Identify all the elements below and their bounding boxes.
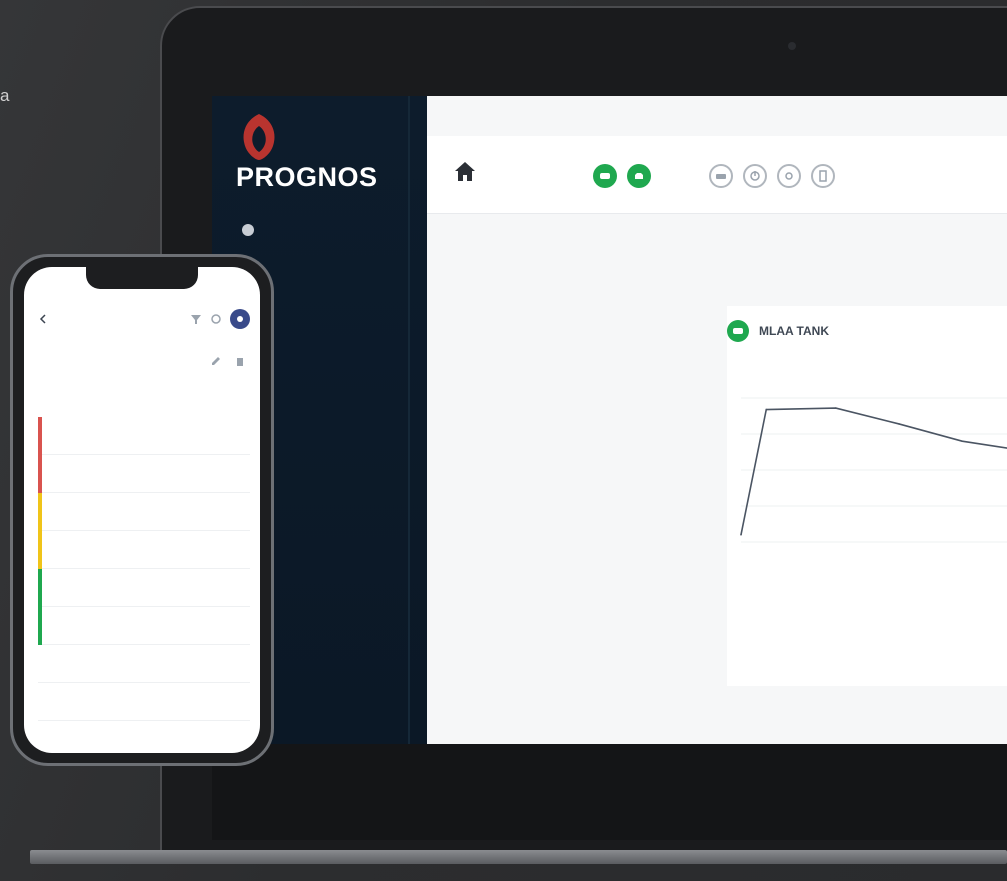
list-item[interactable] [38, 683, 250, 721]
status-bar [38, 455, 42, 493]
chart-point [898, 423, 900, 425]
logo-icon [243, 114, 275, 160]
list-item[interactable] [38, 569, 250, 607]
sidebar-item-6[interactable] [262, 416, 422, 450]
user-profile[interactable] [242, 224, 260, 236]
phone-screen [24, 267, 260, 753]
edge-text: a [0, 86, 10, 105]
toolbar [427, 136, 1007, 214]
phone-frame [10, 254, 274, 766]
sidebar-item-7[interactable] [262, 450, 422, 484]
camera-icon [788, 42, 796, 50]
sidebar-item-5[interactable] [262, 382, 422, 416]
user-avatar-icon [242, 224, 254, 236]
home-icon [455, 162, 475, 181]
chart-point [835, 407, 837, 409]
phone-tools [210, 355, 246, 367]
sidebar-item-2[interactable] [262, 280, 422, 314]
delete-icon[interactable] [234, 355, 246, 367]
document-button[interactable] [811, 164, 835, 188]
status-bar [38, 493, 42, 531]
tank-filter-button[interactable] [627, 164, 651, 188]
phone-header-actions [190, 309, 250, 329]
level-chart [740, 397, 1007, 543]
sidebar-item-1[interactable] [262, 246, 422, 280]
sidebar-item-4[interactable] [262, 348, 422, 382]
list-item[interactable] [38, 645, 250, 683]
card-title: MLAA TANK [759, 324, 829, 338]
list-item[interactable] [38, 493, 250, 531]
sidebar-item-3[interactable] [262, 314, 422, 348]
tank-icon [600, 173, 610, 179]
laptop-base [30, 850, 1007, 864]
tank-filter-button[interactable] [593, 164, 617, 188]
filter-icon[interactable] [190, 313, 202, 325]
tank-icon [727, 320, 749, 342]
settings-button[interactable] [777, 164, 801, 188]
phone-header [38, 309, 250, 329]
chart-point [740, 534, 742, 536]
list-item[interactable] [38, 607, 250, 645]
list-item[interactable] [38, 417, 250, 455]
site-selector[interactable] [453, 160, 485, 182]
edit-icon[interactable] [210, 355, 222, 367]
list-item[interactable] [38, 531, 250, 569]
chart-series-line [740, 407, 1007, 535]
chart-point [961, 440, 963, 442]
phone-notch [86, 267, 198, 289]
sidebar-divider [408, 96, 410, 744]
brand-name: PROGNOS [236, 162, 378, 192]
laptop-screen: PROGNOS MLAA TANK [212, 96, 1007, 744]
status-bar [38, 569, 42, 607]
phone-list [38, 417, 250, 721]
vehicle-icon [716, 174, 726, 179]
list-item[interactable] [38, 455, 250, 493]
profile-icon[interactable] [230, 309, 250, 329]
sidebar-nav [262, 246, 422, 484]
share-icon[interactable] [210, 313, 222, 325]
tank-card[interactable]: MLAA TANK [727, 306, 1007, 686]
document-icon [819, 170, 827, 182]
settings-icon [785, 172, 793, 180]
power-icon [750, 171, 760, 181]
tank-icon [635, 173, 643, 179]
main-content: MLAA TANK [427, 96, 1007, 744]
status-bar [38, 531, 42, 569]
laptop-bezel [212, 744, 1007, 840]
status-bar [38, 607, 42, 645]
status-bar [38, 417, 42, 455]
vehicle-button[interactable] [709, 164, 733, 188]
power-button[interactable] [743, 164, 767, 188]
back-icon[interactable] [38, 314, 48, 324]
chart-point [765, 408, 768, 411]
